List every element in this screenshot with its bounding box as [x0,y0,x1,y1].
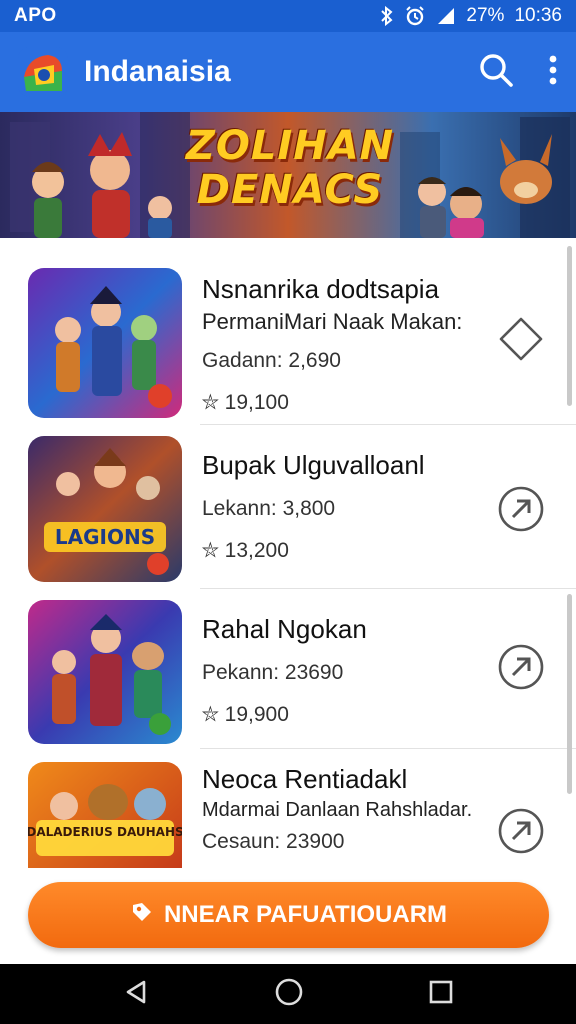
row-divider [200,588,576,589]
battery-label: 27% [466,5,505,26]
carrier-label: APO [14,5,57,26]
game-thumbnail: LAGIONS [28,436,182,582]
game-name: Bupak Ulguvalloanl [202,450,425,480]
bottom-action-area: NNEAR PAFUATIOUARM [0,868,576,964]
game-list[interactable]: Nsnanrika dodtsapia PermaniMari Naak Mak… [0,238,576,868]
game-meta: Lekann: 3,800 [202,497,336,520]
tag-icon [130,900,154,931]
price-icon: ⛥ [202,539,225,562]
list-item[interactable]: DALADERIUS DAUHAHS Neoca Rentiadakl Mdar… [0,750,576,868]
price-icon: ⛥ [202,703,225,726]
row-divider [200,424,576,425]
diamond-outline-icon[interactable] [498,316,544,362]
row-divider [200,748,576,749]
game-meta: Pekann: 23690 [202,661,344,684]
scrollbar-thumb[interactable] [567,594,572,794]
primary-action-button[interactable]: NNEAR PAFUATIOUARM [28,882,549,948]
status-icons: 27% 10:36 [380,5,562,27]
thumbnail-label: LAGIONS [55,525,155,549]
arrow-up-right-icon[interactable] [498,644,544,690]
game-price: ⛥ 19,900 [202,703,289,726]
app-bar: Indanaisia [0,32,576,112]
scrollbar-thumb[interactable] [567,246,572,406]
game-price: ⛥ 13,200 [202,539,289,562]
status-bar: APO 27% 10:36 [0,0,576,32]
app-title: Indanaisia [84,55,231,88]
banner-title: ZOLIHAN DENACS [180,124,400,212]
arrow-up-right-icon[interactable] [498,808,544,854]
list-item[interactable]: Rahal Ngokan Pekann: 23690 ⛥ 19,900 [0,590,576,754]
game-meta: Cesaun: 23900 [202,830,345,853]
game-price: ⛥ 19,100 [202,391,289,414]
banner-title-line-1: ZOLIHAN [185,123,395,169]
home-icon[interactable] [274,977,304,1012]
alarm-icon [404,5,426,27]
app-logo [18,47,68,97]
back-icon[interactable] [122,978,150,1011]
game-name: Neoca Rentiadakl [202,764,408,794]
promo-banner[interactable]: ZOLIHAN DENACS [0,112,576,238]
game-subtitle: PermaniMari Naak Makan: [202,309,463,334]
signal-icon [436,6,456,26]
overflow-menu-icon[interactable] [548,54,558,91]
game-thumbnail [28,600,182,744]
time-label: 10:36 [514,5,562,26]
list-item[interactable]: LAGIONS Bupak Ulguvalloanl Lekann: 3,800… [0,426,576,590]
arrow-up-right-icon[interactable] [498,486,544,532]
game-subtitle: Mdarmai Danlaan Rahshladar. [202,799,473,821]
game-meta: Gadann: 2,690 [202,349,341,372]
primary-action-label: NNEAR PAFUATIOUARM [163,901,448,928]
game-thumbnail [28,268,182,418]
bluetooth-icon [380,6,394,26]
banner-title-line-2: DENACS [196,167,384,213]
game-name: Rahal Ngokan [202,614,367,644]
price-icon: ⛥ [202,391,225,414]
system-nav-bar [0,964,576,1024]
list-item[interactable]: Nsnanrika dodtsapia PermaniMari Naak Mak… [0,238,576,425]
game-thumbnail: DALADERIUS DAUHAHS [28,762,182,868]
search-icon[interactable] [478,52,514,93]
thumbnail-label: DALADERIUS DAUHAHS [28,825,182,839]
game-name: Nsnanrika dodtsapia [202,274,440,304]
recents-icon[interactable] [428,979,454,1010]
